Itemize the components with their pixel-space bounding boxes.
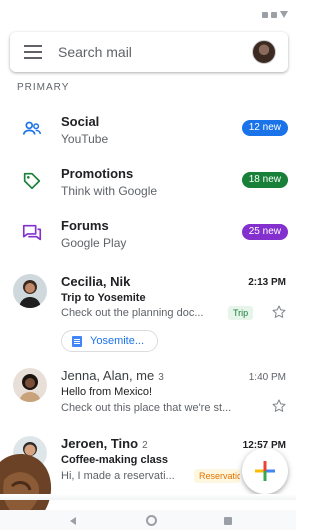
attachment-chip[interactable]: Yosemite... bbox=[61, 330, 158, 352]
sender-name: Jenna, Alan, me 3 bbox=[61, 368, 164, 383]
tag-icon bbox=[23, 172, 41, 190]
signal-icon bbox=[262, 11, 268, 18]
home-icon[interactable] bbox=[146, 515, 157, 526]
attachment-name: Yosemite... bbox=[90, 335, 145, 347]
section-label-primary: PRIMARY bbox=[17, 82, 70, 93]
forum-icon bbox=[22, 224, 42, 241]
category-subtitle: Google Play bbox=[61, 236, 127, 250]
compose-fab-button[interactable] bbox=[242, 448, 288, 494]
document-icon bbox=[72, 335, 82, 347]
search-input[interactable] bbox=[58, 44, 238, 60]
email-subject: Trip to Yosemite bbox=[61, 292, 146, 304]
email-time: 1:40 PM bbox=[248, 372, 286, 383]
sender-names: Jenna, Alan, me bbox=[61, 368, 155, 383]
list-bottom-fade bbox=[0, 494, 296, 500]
email-time: 2:13 PM bbox=[248, 277, 286, 288]
new-count-badge: 18 new bbox=[241, 172, 288, 188]
email-snippet: Check out the planning doc... bbox=[61, 307, 204, 319]
system-nav-bar bbox=[0, 510, 296, 530]
category-subtitle: Think with Google bbox=[61, 184, 158, 198]
recent-apps-icon[interactable] bbox=[224, 517, 232, 525]
category-title: Promotions bbox=[61, 166, 134, 181]
category-social[interactable]: Social YouTube 12 new bbox=[0, 104, 296, 156]
sender-names: Jeroen, Tino bbox=[61, 436, 139, 451]
people-icon bbox=[22, 121, 41, 135]
battery-icon bbox=[280, 11, 288, 18]
category-title: Forums bbox=[61, 218, 109, 233]
sender-avatar bbox=[13, 368, 47, 402]
email-snippet: Check out this place that we're st... bbox=[61, 402, 232, 414]
sender-avatar bbox=[13, 274, 47, 308]
sender-name: Jeroen, Tino 2 bbox=[61, 436, 148, 451]
search-bar[interactable] bbox=[10, 32, 288, 72]
category-title: Social bbox=[61, 114, 100, 129]
new-count-badge: 12 new bbox=[241, 120, 288, 136]
category-subtitle: YouTube bbox=[61, 132, 109, 146]
account-avatar[interactable] bbox=[252, 40, 276, 64]
email-subject: Coffee-making class bbox=[61, 454, 168, 466]
category-forums[interactable]: Forums Google Play 25 new bbox=[0, 208, 296, 260]
new-count-badge: 25 new bbox=[241, 224, 288, 240]
email-subject: Hello from Mexico! bbox=[61, 386, 153, 398]
hamburger-menu-icon[interactable] bbox=[24, 45, 42, 59]
label-chip-trip: Trip bbox=[228, 306, 254, 320]
label-chip-reservation: Reservatio bbox=[194, 469, 240, 483]
plus-compose-icon bbox=[255, 461, 275, 481]
status-icons bbox=[262, 11, 288, 18]
back-icon[interactable] bbox=[70, 517, 76, 525]
sender-name: Cecilia, Nik bbox=[61, 274, 131, 289]
email-snippet: Hi, I made a reservati... bbox=[61, 470, 175, 482]
category-promotions[interactable]: Promotions Think with Google 18 new bbox=[0, 156, 296, 208]
star-icon[interactable] bbox=[271, 304, 287, 320]
thread-count: 2 bbox=[142, 440, 148, 451]
email-row-jenna-alan[interactable]: Jenna, Alan, me 3 1:40 PM Hello from Mexi… bbox=[0, 366, 296, 422]
wifi-icon bbox=[271, 11, 277, 18]
star-icon[interactable] bbox=[271, 398, 287, 414]
thread-count: 3 bbox=[158, 372, 164, 383]
status-bar bbox=[0, 0, 296, 28]
